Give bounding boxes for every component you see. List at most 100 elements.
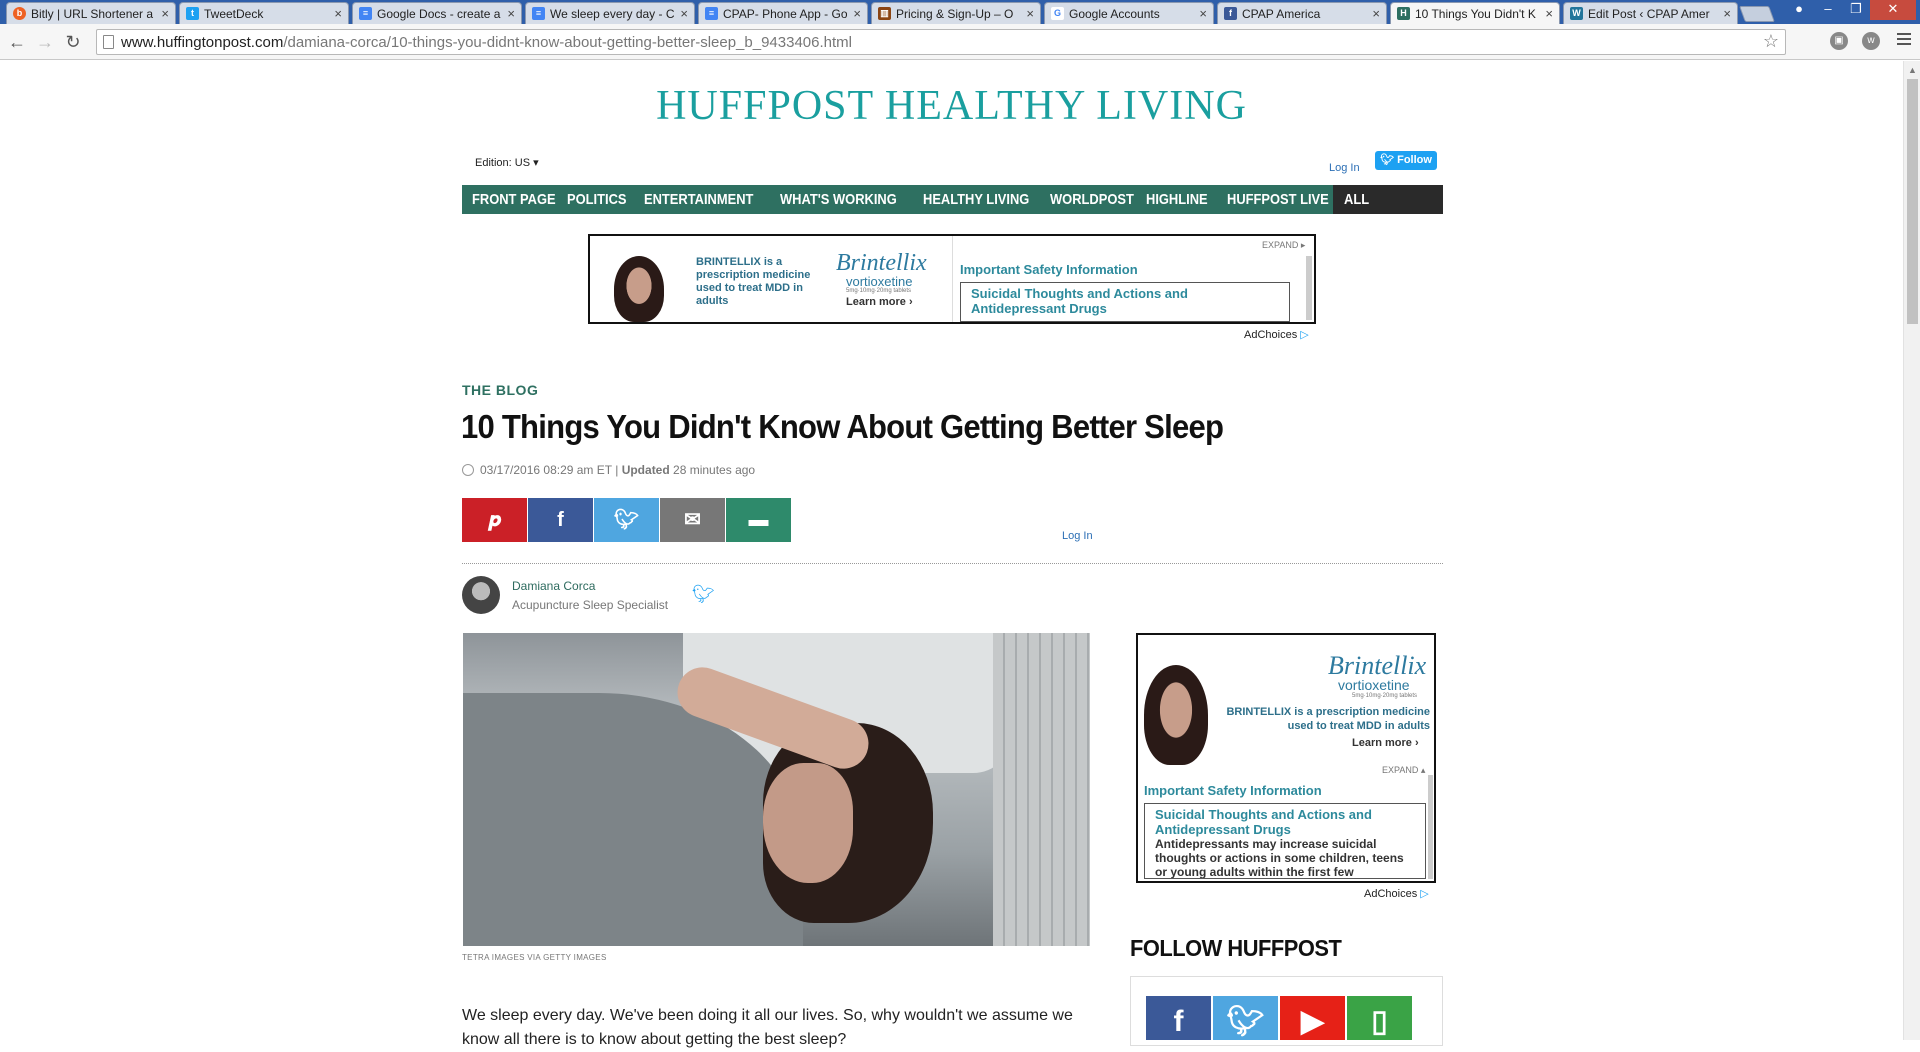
browser-tab[interactable]: b Bitly | URL Shortener a × [6,2,176,24]
photo-credit: TETRA IMAGES VIA GETTY IMAGES [462,953,607,962]
close-tab-icon[interactable]: × [1372,6,1380,21]
back-icon[interactable]: ← [6,31,28,53]
follow-label: Follow [1397,154,1432,166]
share-pinterest-button[interactable]: 𝒑 [462,498,527,542]
nav-front-page[interactable]: FRONT PAGE [472,185,556,214]
section-label[interactable]: THE BLOG [462,382,538,398]
nav-all-sections[interactable]: ALL SECTIONS [1344,185,1429,237]
share-comment-button[interactable]: ▬ [726,498,791,542]
nav-entertainment[interactable]: ENTERTAINMENT [644,185,753,214]
banner-ad[interactable]: BRINTELLIX is a prescription medicine us… [588,234,1316,324]
google-icon: G [1051,7,1064,20]
browser-tab[interactable]: ≡ We sleep every day - C × [525,2,695,24]
browser-tab[interactable]: f CPAP America × [1217,2,1387,24]
article-headline: 10 Things You Didn't Know About Getting … [461,408,1224,445]
follow-twitter-button[interactable]: 🐦︎ [1213,996,1278,1040]
ad-scrollbar[interactable] [1306,256,1312,320]
close-tab-icon[interactable]: × [1199,6,1207,21]
scroll-thumb[interactable] [1907,79,1918,324]
ad-learn-more[interactable]: Learn more › [1352,737,1419,749]
author-name[interactable]: Damiana Corca [512,579,595,593]
follow-youtube-button[interactable]: ▶ [1280,996,1345,1040]
page-icon [103,35,114,49]
ad-learn-more[interactable]: Learn more › [846,296,913,308]
follow-facebook-button[interactable]: f [1146,996,1211,1040]
wordpress-icon: W [1570,7,1583,20]
section-nav: FRONT PAGE POLITICS ENTERTAINMENT WHAT'S… [462,185,1443,237]
adchoices-link[interactable]: AdChoices ▷ [1364,887,1429,900]
author-twitter-icon[interactable]: 🐦︎ [692,584,715,604]
twitter-follow-button[interactable]: 🐦︎ Follow [1375,151,1437,170]
login-link[interactable]: Log In [1329,162,1360,174]
site-logo[interactable]: HUFFPOST HEALTHY LIVING [0,82,1903,130]
article-meta: 03/17/2016 08:29 am ET | Updated 28 minu… [462,463,755,477]
share-email-button[interactable]: ✉ [660,498,725,542]
browser-tab[interactable]: ▥ Pricing & Sign-Up – O × [871,2,1041,24]
author-title: Acupuncture Sleep Specialist [512,598,669,612]
ad-dose: 5mg·10mg·20mg tablets [846,288,912,294]
browser-tab[interactable]: ≡ CPAP- Phone App - Go × [698,2,868,24]
extension-w-icon[interactable]: w [1862,32,1880,50]
edition-selector[interactable]: Edition: US ▾ [475,156,539,169]
minimize-icon[interactable]: – [1814,0,1842,20]
article-body: We sleep every day. We've been doing it … [462,1007,1073,1048]
close-tab-icon[interactable]: × [680,6,688,21]
adchoices-link[interactable]: AdChoices ▷ [1244,328,1309,341]
ad-scrollbar[interactable] [1428,775,1433,879]
close-tab-icon[interactable]: × [1026,6,1034,21]
forward-icon[interactable]: → [34,31,56,53]
ad-isi-box: Suicidal Thoughts and Actions and Antide… [1144,803,1426,879]
user-icon[interactable]: ● [1786,0,1812,20]
bookmark-star-icon[interactable]: ☆ [1763,31,1779,52]
close-tab-icon[interactable]: × [334,6,342,21]
author-avatar[interactable] [462,576,500,614]
login-link[interactable]: Log In [1062,530,1093,542]
ad-brand-text: BRINTELLIX is a prescription medicine us… [696,256,811,307]
share-facebook-button[interactable]: f [528,498,593,542]
ad-isi-box-body: Antidepressants may increase suicidal th… [1155,837,1404,879]
close-tab-icon[interactable]: × [507,6,515,21]
scroll-up-icon[interactable]: ▲ [1908,65,1917,75]
close-window-icon[interactable]: ✕ [1870,0,1916,20]
address-bar[interactable]: www.huffingtonpost.com/damiana-corca/10-… [96,29,1786,55]
close-tab-icon[interactable]: × [1545,6,1553,21]
reload-icon[interactable]: ↻ [62,31,84,53]
chrome-menu-icon[interactable] [1897,33,1911,48]
close-tab-icon[interactable]: × [161,6,169,21]
nav-whats-working[interactable]: WHAT'S WORKING [780,185,897,214]
browser-tab[interactable]: W Edit Post ‹ CPAP Amer × [1563,2,1738,24]
browser-toolbar: ← → ↻ www.huffingtonpost.com/damiana-cor… [0,24,1920,60]
page-scrollbar[interactable]: ▲ [1903,61,1920,1040]
browser-tab-active[interactable]: H 10 Things You Didn't K × [1390,2,1560,26]
nav-huffpost-live[interactable]: HUFFPOST LIVE [1227,185,1329,214]
adchoices-icon: ▷ [1300,329,1309,341]
updated-label: Updated [621,463,670,477]
nav-healthy-living[interactable]: HEALTHY LIVING [923,185,1029,214]
ad-separator [952,236,953,322]
browser-tab[interactable]: G Google Accounts × [1044,2,1214,24]
follow-heading: FOLLOW HUFFPOST [1130,935,1342,961]
extension-icon[interactable]: ▣ [1830,32,1848,50]
new-tab-button[interactable] [1739,6,1775,22]
nav-worldpost[interactable]: WORLDPOST [1050,185,1134,214]
huffpost-icon: H [1397,7,1410,20]
docs-icon: ≡ [705,7,718,20]
photo-wall [993,633,1090,946]
browser-tab[interactable]: t TweetDeck × [179,2,349,24]
close-tab-icon[interactable]: × [1723,6,1731,21]
twitter-bird-icon: 🐦︎ [1380,154,1398,166]
close-tab-icon[interactable]: × [853,6,861,21]
ad-isi-box-title: Suicidal Thoughts and Actions and Antide… [1155,807,1372,837]
restore-icon[interactable]: ❐ [1842,0,1870,20]
sidebar-ad[interactable]: Brintellix vortioxetine 5mg·10mg·20mg ta… [1136,633,1436,883]
ad-expand[interactable]: EXPAND ▸ [1262,240,1305,251]
follow-mobile-button[interactable]: ▯ [1347,996,1412,1040]
nav-highline[interactable]: HIGHLINE [1146,185,1208,214]
url-host: www.huffingtonpost.com [121,34,284,51]
share-twitter-button[interactable]: 🐦︎ [594,498,659,542]
nav-politics[interactable]: POLITICS [567,185,626,214]
facebook-icon: f [1224,7,1237,20]
browser-tab[interactable]: ≡ Google Docs - create a × [352,2,522,24]
facebook-icon: f [557,509,564,531]
ad-expand[interactable]: EXPAND ▴ [1382,765,1425,776]
